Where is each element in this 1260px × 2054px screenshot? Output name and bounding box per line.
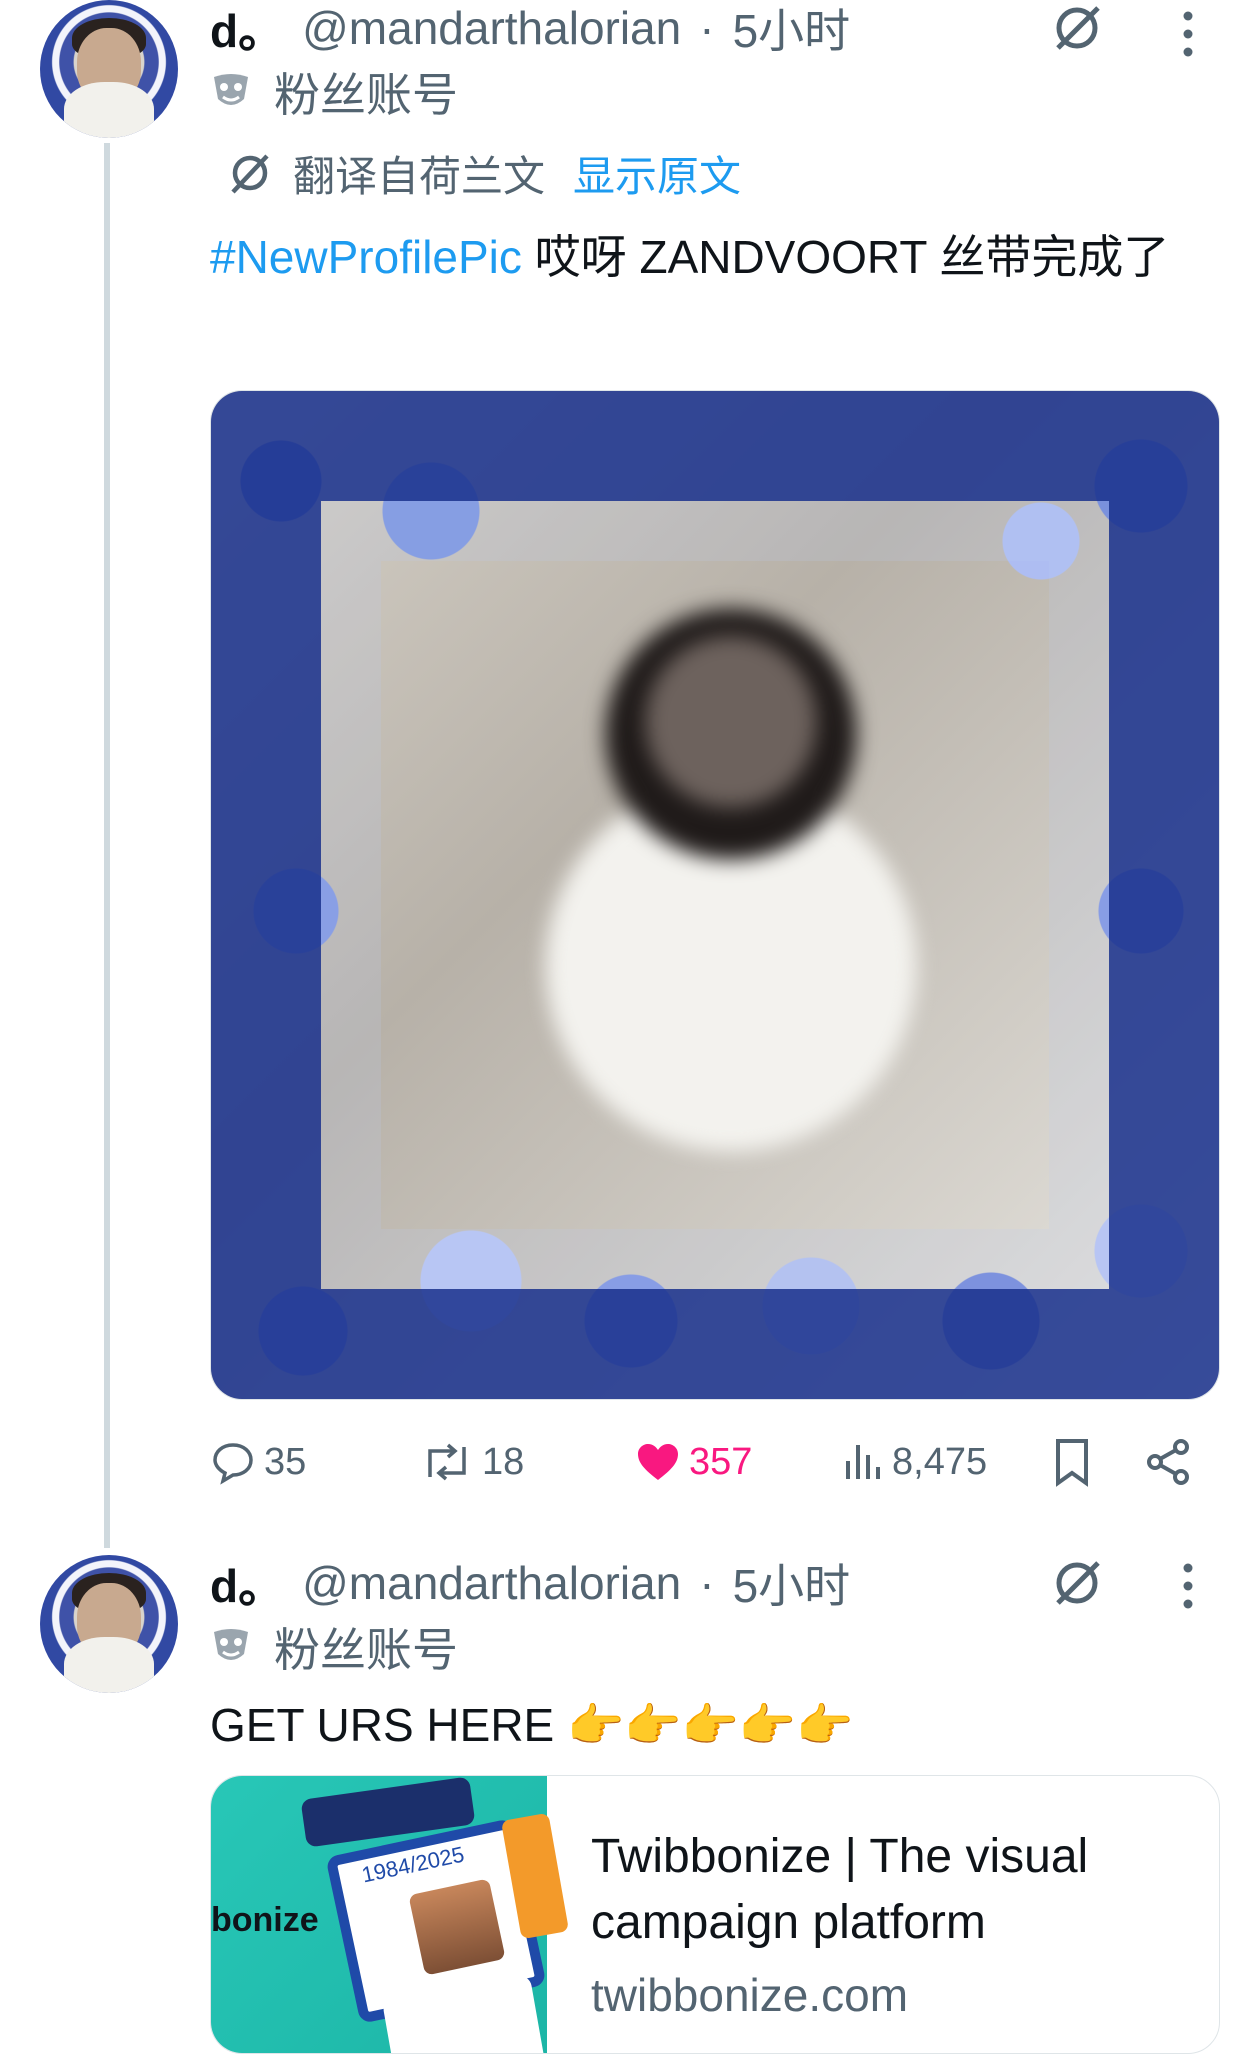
like-count: 357 [689, 1440, 753, 1483]
retweet-count: 18 [482, 1440, 525, 1483]
dot-separator: · [699, 2, 715, 54]
views-button[interactable]: 8,475 [840, 1439, 987, 1485]
card-domain: twibbonize.com [591, 1969, 909, 2021]
share-button[interactable] [1143, 1437, 1193, 1487]
mask-icon [210, 71, 252, 113]
timestamp[interactable]: 5小时 [733, 0, 851, 61]
fan-account-badge: 粉丝账号 [210, 1615, 458, 1679]
floral-frame [211, 391, 1219, 1399]
avatar[interactable] [40, 1555, 178, 1693]
tweet-header: d。 @mandarthalorian · 5小时 [210, 1555, 850, 1612]
tweet-text: #NewProfilePic 哎呀 ZANDVOORT 丝带完成了 [210, 222, 1190, 292]
tweet-header: d。 @mandarthalorian · 5小时 [210, 0, 850, 57]
badge-label: 粉丝账号 [274, 69, 458, 121]
badge-label: 粉丝账号 [274, 1624, 458, 1676]
timestamp[interactable]: 5小时 [733, 1550, 851, 1616]
more-options-icon[interactable] [1178, 8, 1198, 60]
bar-chart-icon [840, 1439, 884, 1485]
reply-button[interactable]: 35 [210, 1439, 306, 1485]
translation-note: 翻译自荷兰文 [293, 152, 546, 200]
translate-icon [225, 148, 275, 198]
dot-separator: · [699, 1557, 715, 1609]
grok-icon[interactable] [1040, 1555, 1114, 1611]
translation-row: 翻译自荷兰文 显示原文 [225, 148, 741, 200]
reply-icon [210, 1439, 256, 1485]
retweet-icon [420, 1439, 474, 1485]
share-icon [1147, 1439, 1189, 1485]
handle[interactable]: @mandarthalorian [302, 1, 681, 55]
tweet-text: GET URS HERE 👉👉👉👉👉 [210, 1699, 854, 1751]
card-title: Twibbonize | The visual campaign platfor… [591, 1830, 1089, 1949]
fan-account-badge: 粉丝账号 [210, 60, 458, 124]
views-count: 8,475 [892, 1440, 988, 1483]
action-bar: 35 18 357 8,475 [210, 1430, 1220, 1494]
card-thumbnail: 1984/2025 bonize [211, 1776, 570, 2053]
grok-icon[interactable] [1040, 0, 1114, 56]
tweet-image[interactable] [210, 390, 1220, 1400]
retweet-button[interactable]: 18 [420, 1439, 524, 1485]
link-card[interactable]: 1984/2025 bonize Twibbonize | The visual… [210, 1775, 1220, 2054]
hashtag-link[interactable]: #NewProfilePic [210, 231, 522, 283]
bookmark-button[interactable] [1052, 1437, 1092, 1487]
heart-icon [635, 1439, 681, 1485]
display-name[interactable]: d。 [210, 1550, 284, 1616]
more-options-icon[interactable] [1178, 1560, 1198, 1612]
mask-icon [210, 1626, 252, 1668]
thumb-brand-text: bonize [211, 1901, 319, 1939]
like-button[interactable]: 357 [635, 1439, 752, 1485]
thread-line [104, 143, 110, 1548]
card-text: Twibbonize | The visual campaign platfor… [591, 1824, 1151, 2028]
tweet-body: 哎呀 ZANDVOORT 丝带完成了 [521, 231, 1170, 283]
handle[interactable]: @mandarthalorian [302, 1556, 681, 1610]
show-original-link[interactable]: 显示原文 [573, 143, 741, 204]
avatar[interactable] [40, 0, 178, 138]
reply-count: 35 [264, 1440, 307, 1483]
display-name[interactable]: d。 [210, 0, 284, 61]
bookmark-icon [1056, 1439, 1088, 1487]
